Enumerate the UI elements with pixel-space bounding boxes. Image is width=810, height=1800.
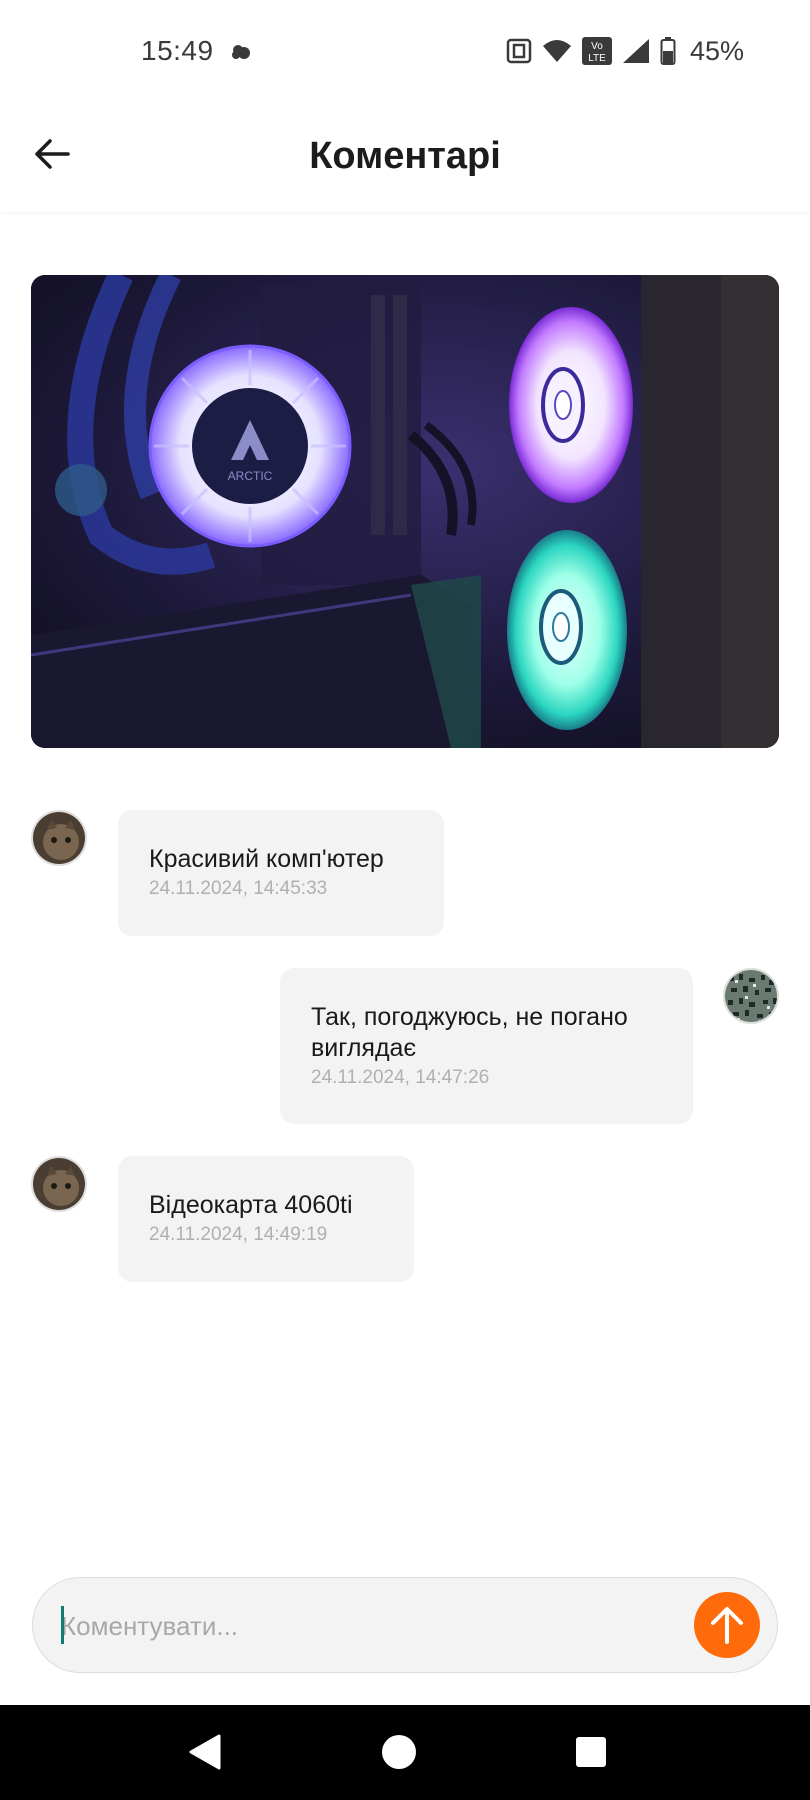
comment-timestamp: 24.11.2024, 14:47:26 xyxy=(311,1067,490,1088)
signal-icon xyxy=(622,38,650,64)
comment-input[interactable] xyxy=(61,1578,681,1674)
status-bar: 15:49 Vo LTE 45% xyxy=(0,0,810,104)
comment-timestamp: 24.11.2024, 14:45:33 xyxy=(149,878,328,899)
comment-text: Так, погоджуюсь, не погано виглядає xyxy=(311,1003,628,1062)
nav-home-button[interactable] xyxy=(376,1729,422,1775)
comment-text: Відеокарта 4060ti xyxy=(149,1191,353,1219)
svg-text:Vo: Vo xyxy=(591,41,603,52)
comment-input-bar xyxy=(32,1577,778,1674)
system-nav-bar xyxy=(0,1705,810,1800)
weather-cloud-icon xyxy=(230,40,254,62)
post-image[interactable]: ARCTIC xyxy=(31,275,779,748)
avatar[interactable] xyxy=(31,810,87,866)
wifi-icon xyxy=(542,39,572,63)
status-time: 15:49 xyxy=(141,35,214,66)
svg-text:ARCTIC: ARCTIC xyxy=(228,469,273,483)
status-icons: Vo LTE 45% xyxy=(506,34,744,68)
triangle-back-icon xyxy=(189,1734,221,1770)
top-app-bar: Коментарі xyxy=(0,104,810,212)
nav-recents-button[interactable] xyxy=(568,1729,614,1775)
comment-bubble: Красивий комп'ютер 24.11.2024, 14:45:33 xyxy=(118,810,444,936)
comment-bubble: Так, погоджуюсь, не погано виглядає 24.1… xyxy=(280,968,693,1124)
send-button[interactable] xyxy=(694,1592,760,1658)
text-cursor xyxy=(61,1606,64,1644)
battery-icon xyxy=(660,37,676,65)
avatar[interactable] xyxy=(31,1156,87,1212)
square-recents-icon xyxy=(576,1737,606,1767)
comment-text: Красивий комп'ютер xyxy=(149,845,384,873)
volte-icon: Vo LTE xyxy=(581,37,612,65)
circle-home-icon xyxy=(382,1735,416,1769)
page-title: Коментарі xyxy=(309,135,501,177)
nav-back-button[interactable] xyxy=(182,1729,228,1775)
comment-timestamp: 24.11.2024, 14:49:19 xyxy=(149,1224,328,1245)
battery-percentage: 45% xyxy=(689,35,744,66)
avatar[interactable] xyxy=(723,968,779,1024)
comment-bubble: Відеокарта 4060ti 24.11.2024, 14:49:19 xyxy=(118,1156,414,1282)
arrow-up-icon xyxy=(711,1607,743,1644)
svg-text:LTE: LTE xyxy=(588,53,606,64)
nfc-icon xyxy=(506,38,532,64)
